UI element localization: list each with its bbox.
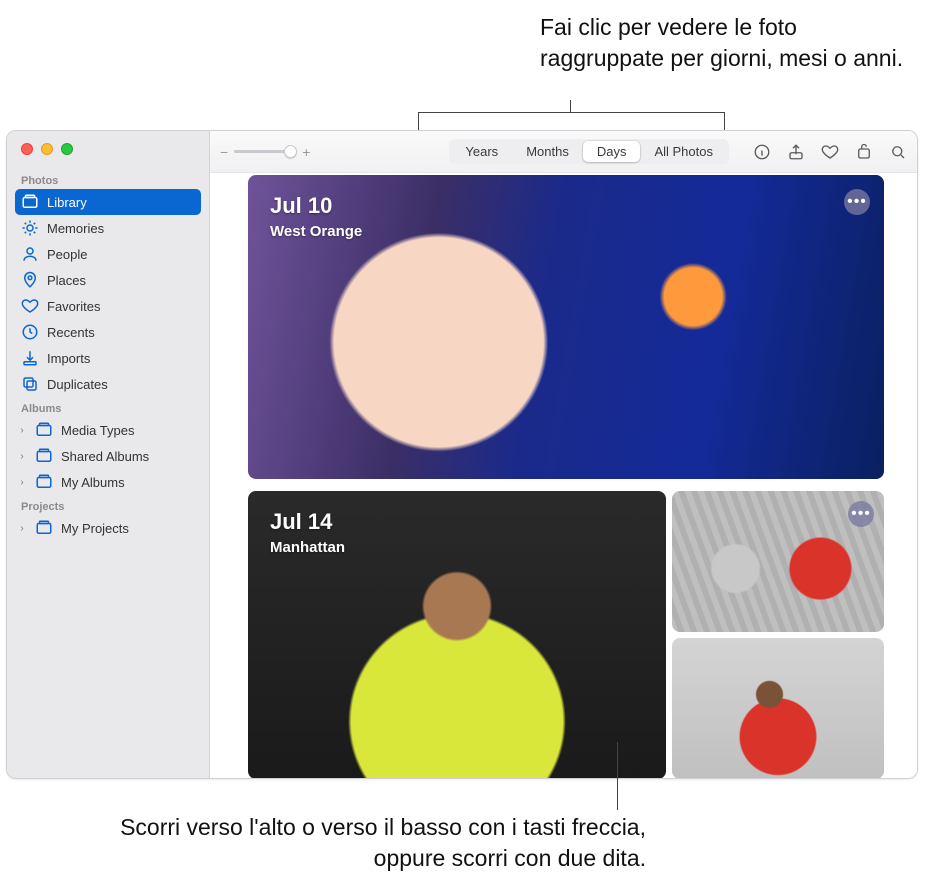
view-segmented-control: Years Months Days All Photos xyxy=(449,139,729,164)
sidebar-item-duplicates[interactable]: Duplicates xyxy=(15,371,201,397)
sidebar-list-projects: › My Projects xyxy=(7,515,209,541)
album-icon xyxy=(35,447,53,465)
share-icon[interactable] xyxy=(787,143,805,161)
sidebar-item-my-projects[interactable]: › My Projects xyxy=(15,515,201,541)
sidebar-item-my-albums[interactable]: › My Albums xyxy=(15,469,201,495)
chevron-right-icon[interactable]: › xyxy=(15,451,29,462)
sidebar-item-label: Media Types xyxy=(61,423,134,438)
photo-thumb[interactable]: ••• xyxy=(672,491,884,632)
tab-all-photos[interactable]: All Photos xyxy=(640,141,727,162)
toolbar-actions xyxy=(753,143,907,161)
sidebar-item-shared-albums[interactable]: › Shared Albums xyxy=(15,443,201,469)
sidebar-item-imports[interactable]: Imports xyxy=(15,345,201,371)
chevron-right-icon[interactable]: › xyxy=(15,425,29,436)
day-location: West Orange xyxy=(270,223,362,240)
main-area: − + Years Months Days All Photos xyxy=(210,131,917,778)
sidebar-item-label: Imports xyxy=(47,351,90,366)
zoom-slider[interactable]: − + xyxy=(220,144,310,160)
places-icon xyxy=(21,271,39,289)
fullscreen-button[interactable] xyxy=(61,143,73,155)
people-icon xyxy=(21,245,39,263)
tab-years[interactable]: Years xyxy=(451,141,512,162)
sidebar-item-label: Places xyxy=(47,273,86,288)
sidebar-item-media-types[interactable]: › Media Types xyxy=(15,417,201,443)
callout-bottom: Scorri verso l'alto o verso il basso con… xyxy=(46,812,646,874)
callout-top: Fai clic per vedere le foto raggruppate … xyxy=(540,12,910,74)
sidebar-item-places[interactable]: Places xyxy=(15,267,201,293)
imports-icon xyxy=(21,349,39,367)
sidebar-item-label: Favorites xyxy=(47,299,100,314)
day-card[interactable]: Jul 10 West Orange ••• xyxy=(248,175,884,479)
sidebar-section-projects: Projects xyxy=(7,495,209,515)
zoom-knob[interactable] xyxy=(284,145,297,158)
sidebar-section-photos: Photos xyxy=(7,169,209,189)
close-button[interactable] xyxy=(21,143,33,155)
day-header: Jul 14 Manhattan xyxy=(270,509,345,556)
sidebar-section-albums: Albums xyxy=(7,397,209,417)
sidebar-item-label: Shared Albums xyxy=(61,449,149,464)
sidebar-item-library[interactable]: Library xyxy=(15,189,201,215)
search-icon[interactable] xyxy=(889,143,907,161)
photo-thumb-column: ••• xyxy=(672,491,884,778)
more-button[interactable]: ••• xyxy=(844,189,870,215)
sidebar-item-people[interactable]: People xyxy=(15,241,201,267)
favorite-icon[interactable] xyxy=(821,143,839,161)
duplicates-icon xyxy=(21,375,39,393)
day-header: Jul 10 West Orange xyxy=(270,193,362,240)
sidebar-item-label: Memories xyxy=(47,221,104,236)
zoom-in-icon[interactable]: + xyxy=(302,144,310,160)
day-card: Jul 14 Manhattan ••• xyxy=(248,491,884,778)
tab-months[interactable]: Months xyxy=(512,141,583,162)
toolbar: − + Years Months Days All Photos xyxy=(210,131,917,173)
sidebar: Photos Library Memories People xyxy=(7,131,210,778)
zoom-out-icon[interactable]: − xyxy=(220,144,228,160)
memories-icon xyxy=(21,219,39,237)
project-icon xyxy=(35,519,53,537)
sidebar-item-label: Library xyxy=(47,195,87,210)
sidebar-item-recents[interactable]: Recents xyxy=(15,319,201,345)
zoom-track[interactable] xyxy=(234,150,296,153)
minimize-button[interactable] xyxy=(41,143,53,155)
day-date: Jul 10 xyxy=(270,193,362,219)
info-icon[interactable] xyxy=(753,143,771,161)
recents-icon xyxy=(21,323,39,341)
library-icon xyxy=(21,193,39,211)
sidebar-item-label: My Albums xyxy=(61,475,125,490)
sidebar-item-favorites[interactable]: Favorites xyxy=(15,293,201,319)
chevron-right-icon[interactable]: › xyxy=(15,523,29,534)
album-icon xyxy=(35,473,53,491)
sidebar-list-photos: Library Memories People Places xyxy=(7,189,209,397)
photos-app-window: Photos Library Memories People xyxy=(6,130,918,779)
photo-grid[interactable]: Jul 10 West Orange ••• Jul 14 Manhattan … xyxy=(210,173,917,778)
more-button[interactable]: ••• xyxy=(848,501,874,527)
tab-days[interactable]: Days xyxy=(583,141,641,162)
callout-connector xyxy=(570,100,571,112)
chevron-right-icon[interactable]: › xyxy=(15,477,29,488)
callout-connector xyxy=(617,742,618,810)
day-date: Jul 14 xyxy=(270,509,345,535)
sidebar-list-albums: › Media Types › Shared Albums › My Album… xyxy=(7,417,209,495)
photo-thumb[interactable] xyxy=(672,638,884,778)
photo-hero[interactable]: Jul 14 Manhattan xyxy=(248,491,666,778)
sidebar-item-label: Duplicates xyxy=(47,377,108,392)
sidebar-item-label: Recents xyxy=(47,325,95,340)
album-icon xyxy=(35,421,53,439)
window-controls xyxy=(7,141,209,169)
sidebar-item-label: My Projects xyxy=(61,521,129,536)
favorites-icon xyxy=(21,297,39,315)
day-location: Manhattan xyxy=(270,539,345,556)
sidebar-item-memories[interactable]: Memories xyxy=(15,215,201,241)
rotate-icon[interactable] xyxy=(855,143,873,161)
sidebar-item-label: People xyxy=(47,247,87,262)
